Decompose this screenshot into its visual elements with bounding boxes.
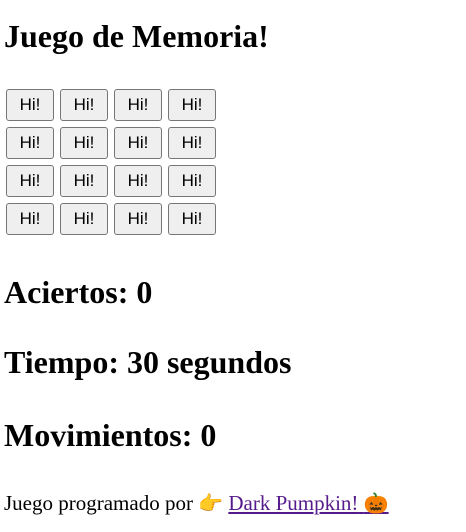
card-button[interactable]: Hi!	[60, 89, 108, 121]
card-grid: Hi! Hi! Hi! Hi! Hi! Hi! Hi! Hi! Hi! Hi! …	[6, 89, 216, 235]
card-button[interactable]: Hi!	[60, 127, 108, 159]
card-button[interactable]: Hi!	[6, 203, 54, 235]
page: Juego de Memoria! Hi! Hi! Hi! Hi! Hi! Hi…	[0, 0, 466, 532]
card-button[interactable]: Hi!	[114, 165, 162, 197]
card-button[interactable]: Hi!	[168, 165, 216, 197]
card-button[interactable]: Hi!	[114, 203, 162, 235]
footer: Juego programado por 👉 Dark Pumpkin! 🎃	[4, 488, 389, 518]
card-button[interactable]: Hi!	[60, 203, 108, 235]
card-button[interactable]: Hi!	[6, 165, 54, 197]
card-button[interactable]: Hi!	[114, 89, 162, 121]
author-link-label: Dark Pumpkin!	[228, 491, 359, 515]
card-button[interactable]: Hi!	[6, 127, 54, 159]
pointing-hand-icon: 👉	[198, 491, 224, 515]
tiempo-stat: Tiempo: 30 segundos	[4, 344, 292, 380]
card-button[interactable]: Hi!	[60, 165, 108, 197]
footer-text: Juego programado por	[4, 491, 193, 515]
pumpkin-icon: 🎃	[363, 491, 389, 515]
card-button[interactable]: Hi!	[6, 89, 54, 121]
aciertos-stat: Aciertos: 0	[4, 274, 153, 310]
author-link[interactable]: Dark Pumpkin! 🎃	[228, 491, 388, 515]
card-button[interactable]: Hi!	[168, 127, 216, 159]
card-button[interactable]: Hi!	[168, 203, 216, 235]
card-button[interactable]: Hi!	[168, 89, 216, 121]
card-button[interactable]: Hi!	[114, 127, 162, 159]
page-title: Juego de Memoria!	[4, 18, 269, 54]
movimientos-stat: Movimientos: 0	[4, 417, 217, 453]
